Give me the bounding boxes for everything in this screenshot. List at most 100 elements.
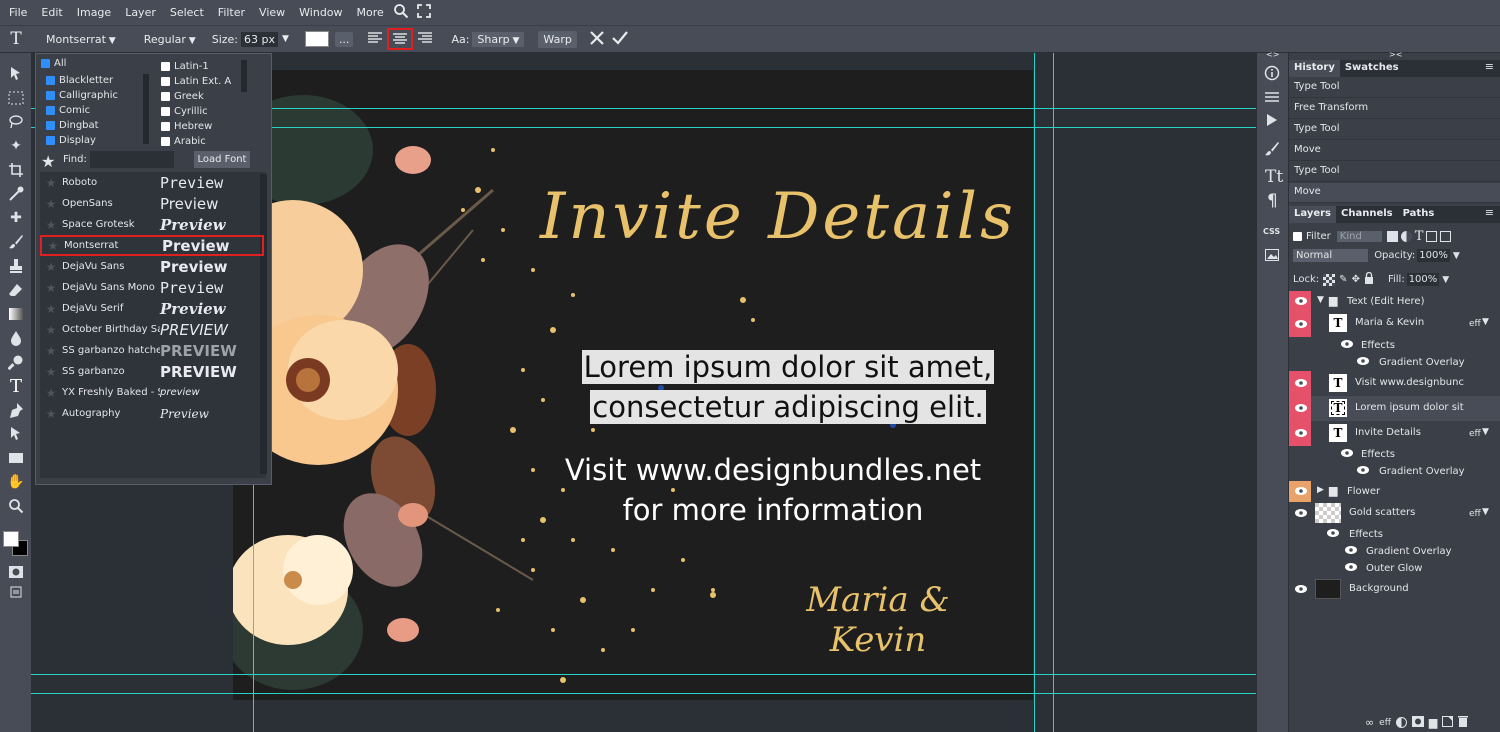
star-icon[interactable]: ★ xyxy=(42,239,64,253)
brush-settings-icon[interactable] xyxy=(1264,141,1280,160)
filter-smart-icon[interactable] xyxy=(1440,231,1452,242)
lorem-text-selection[interactable]: Lorem ipsum dolor sit amet, consectetur … xyxy=(551,347,1025,427)
font-item-autography[interactable]: ★ Autography Preview xyxy=(40,403,262,424)
eye-icon[interactable] xyxy=(1341,449,1353,457)
filter-adjustment-icon[interactable] xyxy=(1400,231,1412,242)
filter-dingbat-checkbox[interactable]: Dingbat xyxy=(46,120,99,131)
history-item[interactable]: Move xyxy=(1289,141,1500,161)
star-icon[interactable]: ★ xyxy=(40,176,62,190)
star-icon[interactable]: ★ xyxy=(40,323,62,337)
eye-icon[interactable] xyxy=(1345,546,1357,554)
layer-effects-row[interactable]: Effects xyxy=(1289,337,1500,354)
history-menu-icon[interactable]: ≡ xyxy=(1479,60,1500,77)
collapse-arrows-icon[interactable]: <> xyxy=(1266,50,1279,59)
antialias-select[interactable]: Sharp xyxy=(472,31,525,47)
layer-effects-badge[interactable]: eff xyxy=(1469,509,1481,519)
layer-maria-kevin[interactable]: T Maria & Kevin eff ▼ xyxy=(1289,312,1500,337)
filter-calligraphic-checkbox[interactable]: Calligraphic xyxy=(46,90,118,101)
eraser-tool-icon[interactable] xyxy=(4,279,28,301)
filter-comic-checkbox[interactable]: Comic xyxy=(46,105,90,116)
layer-visit-text[interactable]: T Visit www.designbunc xyxy=(1289,371,1500,396)
healing-brush-icon[interactable]: ✚ xyxy=(4,207,28,229)
group-expand-icon[interactable]: ▼ xyxy=(1317,295,1324,305)
star-icon[interactable]: ★ xyxy=(40,281,62,295)
move-tool-icon[interactable] xyxy=(4,63,28,85)
stamp-tool-icon[interactable] xyxy=(4,255,28,277)
effects-toggle-icon[interactable]: ▼ xyxy=(1482,507,1489,517)
screen-mode-icon[interactable] xyxy=(4,581,28,603)
paragraph-icon[interactable]: ¶ xyxy=(1267,191,1278,211)
invite-details-title[interactable]: Invite Details xyxy=(523,180,1033,254)
eye-icon[interactable] xyxy=(1327,529,1339,537)
opacity-input[interactable]: 100% xyxy=(1417,249,1450,262)
lock-paint-icon[interactable]: ✎ xyxy=(1339,274,1347,285)
menu-select[interactable]: Select xyxy=(163,6,211,19)
collapse-arrows-icon[interactable]: >< xyxy=(1389,50,1402,59)
fill-dropdown-icon[interactable]: ▼ xyxy=(1442,275,1449,285)
play-actions-icon[interactable] xyxy=(1266,113,1278,130)
font-item-montserrat[interactable]: ★ Montserrat Preview xyxy=(40,235,264,256)
menu-edit[interactable]: Edit xyxy=(34,6,69,19)
categories-scrollbar[interactable] xyxy=(143,74,149,144)
filter-all-checkbox[interactable]: All xyxy=(41,58,66,69)
hand-tool-icon[interactable]: ✋ xyxy=(4,471,28,493)
type-tool-icon[interactable]: T xyxy=(4,375,28,397)
menu-window[interactable]: Window xyxy=(292,6,349,19)
tab-history[interactable]: History xyxy=(1289,60,1340,77)
tab-layers[interactable]: Layers xyxy=(1289,206,1336,223)
lasso-tool-icon[interactable] xyxy=(4,111,28,133)
lock-transparency-icon[interactable] xyxy=(1323,273,1336,286)
layer-outer-glow[interactable]: Outer Glow xyxy=(1289,560,1500,577)
dodge-tool-icon[interactable] xyxy=(4,351,28,373)
layer-effects-row[interactable]: Effects xyxy=(1289,526,1500,543)
eye-icon[interactable] xyxy=(1295,297,1307,305)
quick-mask-icon[interactable] xyxy=(4,561,28,583)
eyedropper-icon[interactable] xyxy=(4,183,28,205)
font-item-space-grotesk[interactable]: ★ Space Grotesk Preview xyxy=(40,214,262,235)
add-mask-icon[interactable] xyxy=(1411,715,1424,730)
effects-toggle-icon[interactable]: ▼ xyxy=(1482,317,1489,327)
zoom-tool-icon[interactable] xyxy=(4,495,28,517)
star-icon[interactable]: ★ xyxy=(40,218,62,232)
font-item-dejavu-sans-mono[interactable]: ★ DejaVu Sans Mono Preview xyxy=(40,277,262,298)
color-swatches[interactable] xyxy=(3,531,29,557)
size-input[interactable]: 63 px xyxy=(241,31,279,47)
font-style-select[interactable]: Regular xyxy=(144,33,196,46)
filter-shape-icon[interactable] xyxy=(1426,231,1438,242)
star-icon[interactable]: ★ xyxy=(40,344,62,358)
adjustment-layer-icon[interactable] xyxy=(1395,717,1407,728)
layer-lorem-text-selected[interactable]: T Lorem ipsum dolor sit xyxy=(1289,396,1500,421)
text-color-swatch[interactable] xyxy=(304,31,329,47)
layer-effects-row[interactable]: Effects xyxy=(1289,446,1500,463)
visit-text[interactable]: Visit www.designbundles.net for more inf… xyxy=(523,450,1023,530)
eye-icon[interactable] xyxy=(1357,357,1369,365)
layer-effects-badge[interactable]: eff xyxy=(1469,319,1481,329)
rectangle-tool-icon[interactable] xyxy=(4,447,28,469)
history-item[interactable]: Move xyxy=(1289,183,1500,203)
eye-icon[interactable] xyxy=(1295,379,1307,387)
menu-filter[interactable]: Filter xyxy=(211,6,252,19)
font-item-dejavu-sans[interactable]: ★ DejaVu Sans Preview xyxy=(40,256,262,277)
menu-more[interactable]: More xyxy=(350,6,391,19)
commit-check-icon[interactable] xyxy=(611,30,628,49)
menu-image[interactable]: Image xyxy=(70,6,118,19)
image-icon[interactable] xyxy=(1265,249,1279,264)
eye-icon[interactable] xyxy=(1345,563,1357,571)
adjustments-icon[interactable] xyxy=(1264,89,1280,108)
link-layers-icon[interactable]: ∞ xyxy=(1365,716,1374,729)
star-icon[interactable]: ★ xyxy=(40,260,62,274)
eye-icon[interactable] xyxy=(1341,340,1353,348)
font-item-ss-garbanzo-hatched[interactable]: ★ SS garbanzo hatche PREVIEW xyxy=(40,340,262,361)
blend-mode-select[interactable]: Normal xyxy=(1293,249,1369,262)
group-collapse-icon[interactable]: ▶ xyxy=(1317,485,1324,495)
font-item-ss-garbanzo[interactable]: ★ SS garbanzo PREVIEW xyxy=(40,361,262,382)
menu-view[interactable]: View xyxy=(252,6,292,19)
history-item[interactable]: Type Tool xyxy=(1289,162,1500,182)
font-item-dejavu-serif[interactable]: ★ DejaVu Serif Preview xyxy=(40,298,262,319)
history-item[interactable]: Free Transform xyxy=(1289,99,1500,119)
lock-all-icon[interactable] xyxy=(1364,271,1374,287)
filter-latin-ext-checkbox[interactable]: Latin Ext. A xyxy=(161,76,231,87)
filter-hebrew-checkbox[interactable]: Hebrew xyxy=(161,121,212,132)
align-left-icon[interactable] xyxy=(367,31,383,48)
align-right-icon[interactable] xyxy=(417,31,433,48)
